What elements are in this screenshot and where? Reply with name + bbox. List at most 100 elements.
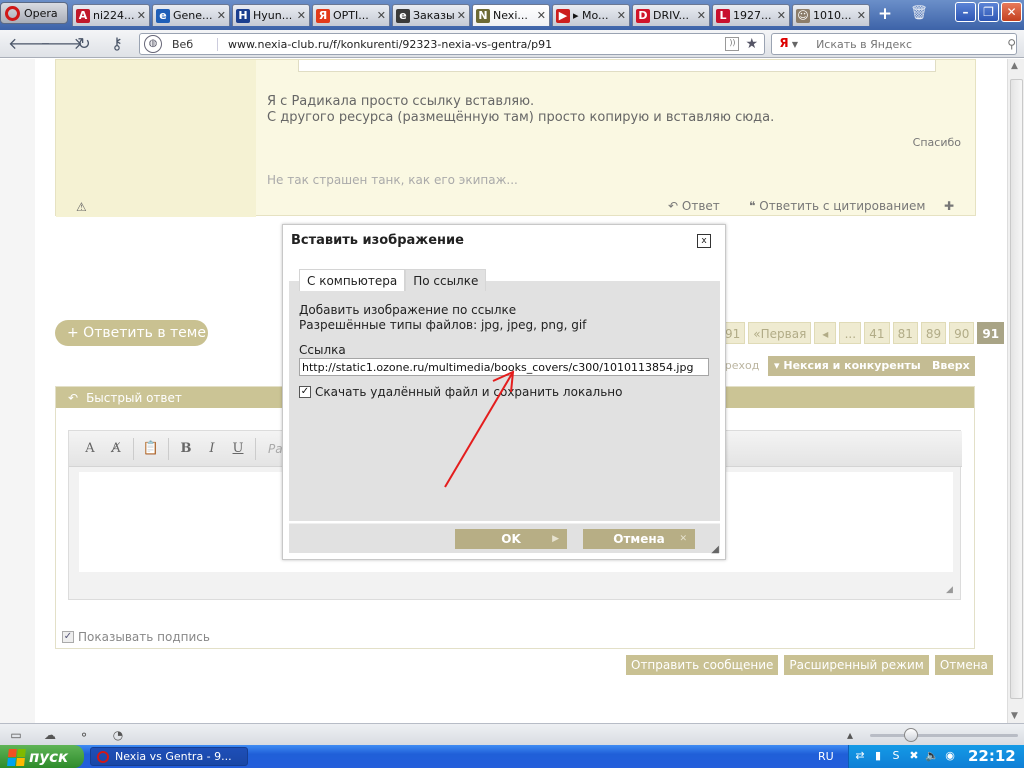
browser-tab[interactable]: Ani224... ✕ — [72, 4, 150, 26]
tab-close-icon[interactable]: ✕ — [217, 9, 226, 22]
key-icon[interactable]: ⚷ — [106, 34, 128, 54]
network-icon[interactable]: ⇄ — [853, 749, 867, 763]
remove-format-icon[interactable]: A̸ — [105, 438, 127, 460]
browser-tab[interactable]: e Gene... ✕ — [152, 4, 230, 26]
address-bar[interactable]: ◍ Веб www.nexia-club.ru/f/konkurenti/923… — [139, 33, 765, 55]
page-scrollbar[interactable]: ▲ ▼ — [1007, 59, 1024, 723]
paste-icon[interactable]: 📋 — [140, 438, 162, 460]
opera-menu-button[interactable]: Opera — [0, 2, 68, 24]
forum-nav-button[interactable]: ▾ Нексия и конкуренты — [768, 356, 927, 376]
close-window-icon[interactable]: ✕ — [1001, 2, 1022, 22]
search-bar[interactable]: Я ▼ ⚲ — [771, 33, 1017, 55]
trash-icon[interactable]: 🗑 — [910, 5, 928, 23]
language-indicator[interactable]: RU — [818, 750, 834, 763]
taskbar-app-opera[interactable]: Nexia vs Gentra - 9... — [90, 747, 248, 766]
cancel-button[interactable]: Отмена ✕ — [583, 529, 695, 549]
antivirus-icon[interactable]: ✖ — [907, 749, 921, 763]
tab-close-icon[interactable]: ✕ — [457, 9, 466, 22]
multiquote-icon[interactable]: ✚ — [944, 199, 954, 213]
page-link[interactable]: 81 — [892, 322, 918, 344]
skype-icon[interactable]: S — [889, 749, 903, 763]
page-link[interactable]: 41 — [864, 322, 890, 344]
tab-close-icon[interactable]: ✕ — [377, 9, 386, 22]
page-link[interactable]: 89 — [920, 322, 947, 344]
send-message-button[interactable]: Отправить сообщение — [626, 655, 779, 675]
minimize-icon[interactable]: – — [955, 2, 976, 22]
browser-tab[interactable]: N Nexi... ✕ — [472, 4, 550, 26]
pagination: 91 «Первая ◂... 41 81 89 90 91 — [720, 322, 1005, 344]
reply-post-button[interactable]: ↶ Ответ — [668, 199, 720, 213]
advanced-mode-button[interactable]: Расширенный режим — [784, 655, 929, 675]
image-link-input[interactable] — [299, 358, 709, 376]
tab-close-icon[interactable]: ✕ — [697, 9, 706, 22]
tab-by-link[interactable]: По ссылке — [405, 269, 487, 291]
volume-icon[interactable]: 🔈 — [925, 749, 939, 763]
download-locally-checkbox[interactable]: ✓ — [299, 386, 311, 398]
page-link[interactable]: ... — [839, 322, 862, 344]
tab-from-computer[interactable]: С компьютера — [299, 269, 406, 291]
search-icon[interactable]: ⚲ — [1007, 37, 1016, 51]
search-input[interactable] — [816, 37, 1006, 51]
search-engine-label[interactable]: Я — [776, 36, 792, 52]
gauge-icon[interactable]: ◉ — [943, 749, 957, 763]
italic-icon[interactable]: I — [201, 438, 223, 460]
browser-tab[interactable]: e Заказы ✕ — [392, 4, 470, 26]
show-signature-option[interactable]: ✓ Показывать подпись — [62, 630, 210, 644]
tab-close-icon[interactable]: ✕ — [777, 9, 786, 22]
reply-post-label: Ответ — [681, 199, 720, 213]
tab-close-icon[interactable]: ✕ — [137, 9, 146, 22]
windows-taskbar: пуск Nexia vs Gentra - 9... RU ⇄ ▮ S ✖ 🔈… — [0, 745, 1024, 768]
resize-grip-icon[interactable]: ◢ — [946, 585, 956, 595]
page-link[interactable]: 91 — [977, 322, 1005, 344]
zoom-up-icon[interactable]: ▴ — [842, 727, 858, 743]
cloud-icon[interactable]: ☁ — [42, 727, 58, 743]
cancel-reply-button[interactable]: Отмена — [934, 655, 993, 675]
underline-icon[interactable]: U — [227, 438, 249, 460]
download-locally-option[interactable]: ✓ Скачать удалённый файл и сохранить лок… — [299, 385, 622, 399]
forward-arrow-icon[interactable]: 🡒 — [40, 34, 83, 54]
start-button[interactable]: пуск — [0, 745, 84, 768]
tab-close-icon[interactable]: ✕ — [617, 9, 626, 22]
chevron-down-icon[interactable]: ▼ — [792, 40, 798, 49]
reload-icon[interactable]: ↻ — [73, 34, 95, 54]
panel-toggle-icon[interactable]: ▭ — [8, 727, 24, 743]
browser-tab[interactable]: D DRIV... ✕ — [632, 4, 710, 26]
address-url[interactable]: www.nexia-club.ru/f/konkurenti/92323-nex… — [228, 38, 725, 51]
page-link[interactable]: ◂ — [814, 322, 837, 344]
browser-tab[interactable]: ▶ ▸ Mo... ✕ — [552, 4, 630, 26]
browser-tab[interactable]: H Hyun... ✕ — [232, 4, 310, 26]
scroll-top-button[interactable]: Вверх — [927, 356, 975, 376]
tab-close-icon[interactable]: ✕ — [537, 9, 546, 22]
unite-icon[interactable]: ⚬ — [76, 727, 92, 743]
back-arrow-icon[interactable]: 🡐 — [8, 34, 51, 54]
browser-tab[interactable]: L 1927... ✕ — [712, 4, 790, 26]
dialog-close-icon[interactable]: x — [697, 234, 711, 248]
page-link[interactable]: «Первая — [748, 322, 812, 344]
show-signature-checkbox[interactable]: ✓ — [62, 631, 74, 643]
quote-reply-button[interactable]: ❝ Ответить с цитированием — [749, 199, 926, 213]
scroll-down-icon[interactable]: ▼ — [1011, 711, 1018, 721]
new-tab-icon[interactable]: + — [876, 5, 894, 23]
reply-in-topic-button[interactable]: + Ответить в теме — [55, 320, 208, 346]
font-color-icon[interactable]: A — [79, 438, 101, 460]
feed-icon[interactable]: )) — [725, 37, 740, 51]
ok-button[interactable]: OK ▶ — [455, 529, 567, 549]
turbo-icon[interactable]: ◔ — [110, 727, 126, 743]
scroll-up-icon[interactable]: ▲ — [1011, 61, 1018, 71]
zoom-slider-knob[interactable] — [904, 728, 918, 742]
dialog-resize-icon[interactable]: ◢ — [711, 544, 719, 555]
restore-icon[interactable]: ❐ — [978, 2, 999, 22]
browser-tab[interactable]: Я OPTI... ✕ — [312, 4, 390, 26]
scrollbar-thumb[interactable] — [1010, 79, 1023, 699]
tab-close-icon[interactable]: ✕ — [857, 9, 866, 22]
browser-tab[interactable]: ☺ 1010... ✕ — [792, 4, 870, 26]
tab-favicon-icon: D — [636, 8, 650, 23]
cancel-label: Отмена — [613, 532, 665, 546]
signal-icon[interactable]: ▮ — [871, 749, 885, 763]
bookmark-star-icon[interactable]: ★ — [745, 36, 758, 52]
warning-icon[interactable]: ⚠ — [76, 200, 87, 214]
page-link[interactable]: 90 — [949, 322, 975, 344]
bold-icon[interactable]: B — [175, 438, 197, 460]
tab-close-icon[interactable]: ✕ — [297, 9, 306, 22]
zoom-slider[interactable] — [870, 734, 1018, 737]
